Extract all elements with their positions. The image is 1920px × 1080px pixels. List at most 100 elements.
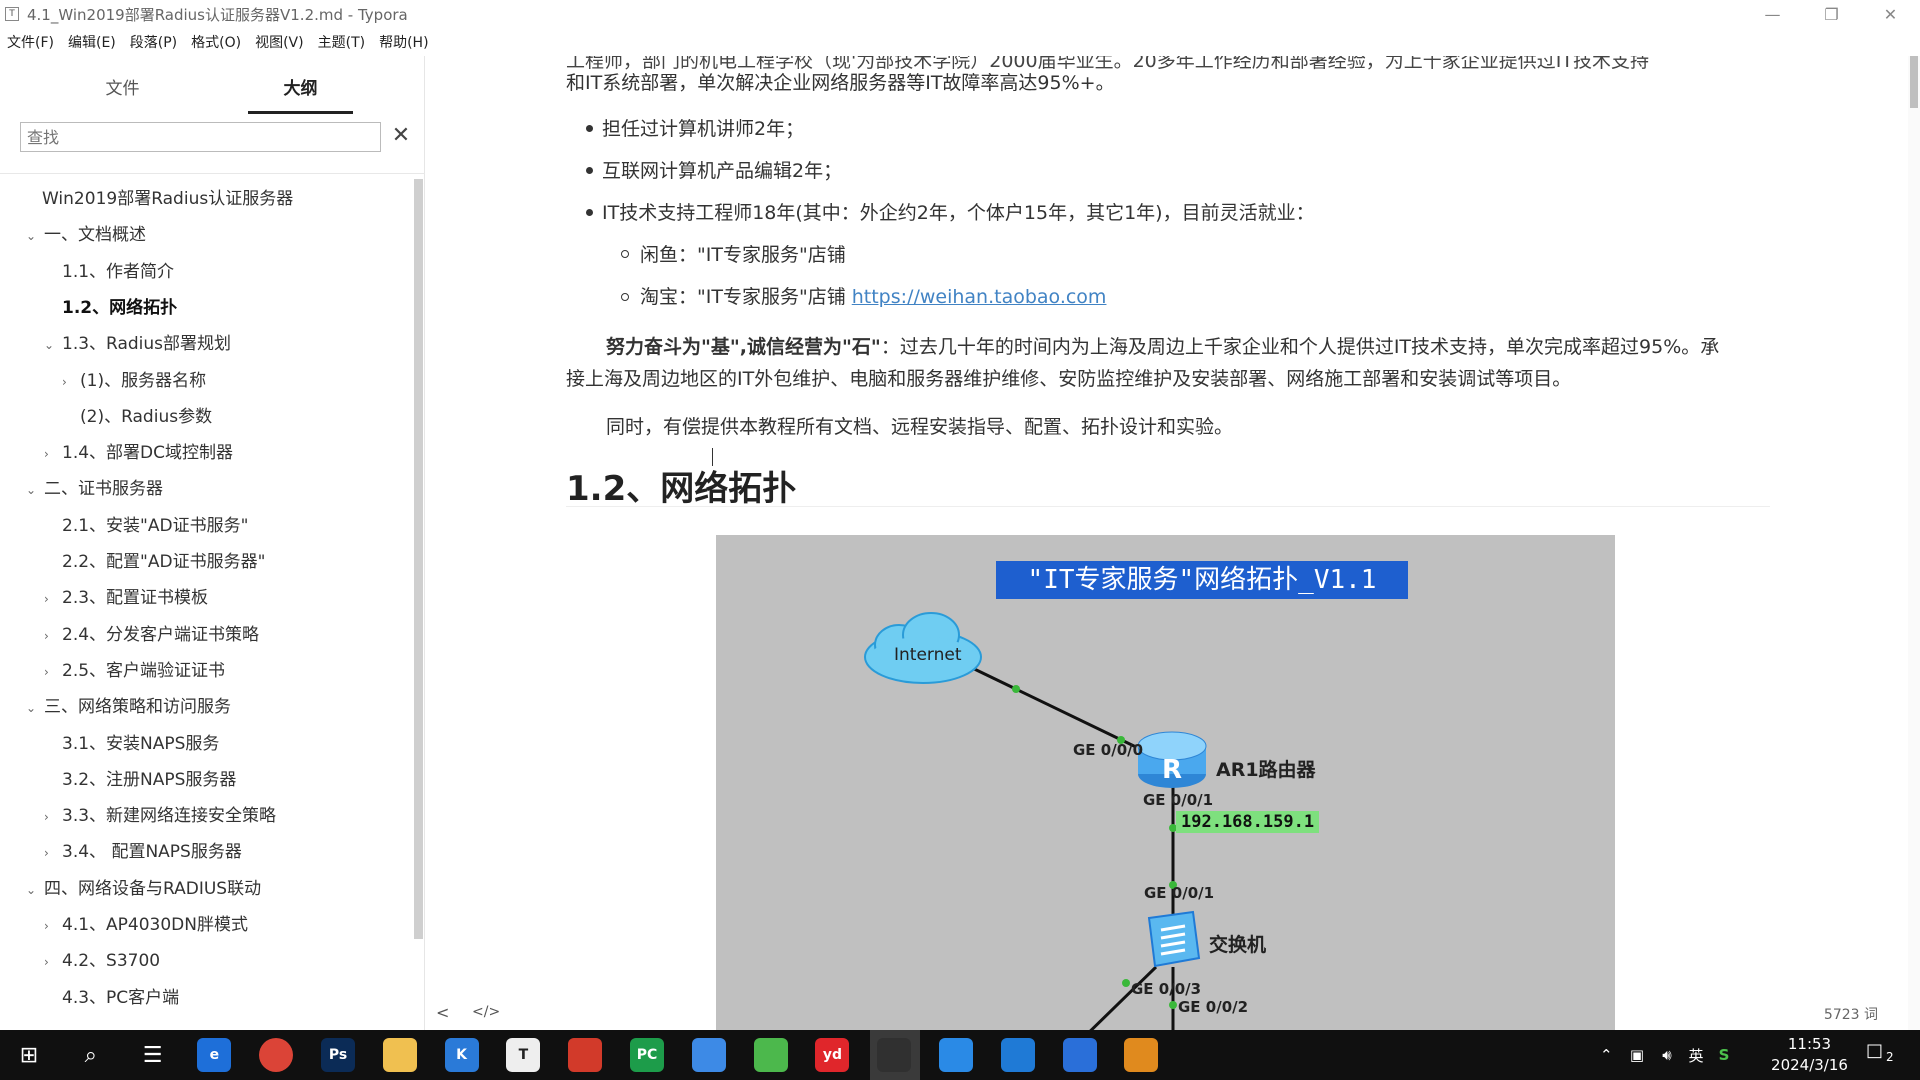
outline-item-label: 2.3、配置证书模板 — [62, 588, 209, 609]
sidebar-scrollbar[interactable] — [414, 179, 423, 939]
chevron-right-icon[interactable]: › — [44, 621, 62, 651]
menu-format[interactable]: 格式(O) — [184, 32, 248, 52]
minimize-icon[interactable]: — — [1743, 0, 1802, 28]
vm-app-icon[interactable] — [1124, 1038, 1159, 1072]
file-explorer-icon[interactable] — [382, 1038, 417, 1072]
chevron-right-icon[interactable]: › — [44, 947, 62, 977]
list-item: IT技术支持工程师18年(其中：外企约2年，个体户15年，其它1年)，目前灵活就… — [602, 202, 1315, 224]
typora-icon[interactable]: T — [506, 1038, 541, 1072]
menu-theme[interactable]: 主题(T) — [311, 32, 372, 52]
volume-icon[interactable]: 🔊︎ — [1652, 1046, 1682, 1064]
menu-paragraph[interactable]: 段落(P) — [123, 32, 184, 52]
outline-item[interactable]: › 1.4、部署DC域控制器 — [44, 438, 233, 468]
sidebar: 文件 大纲 ✕ Win2019部署Radius认证服务器⌄一、文档概述1.1、作… — [0, 56, 425, 1030]
outline-item[interactable]: 1.2、网络拓扑 — [44, 293, 177, 323]
photoshop-icon[interactable]: Ps — [321, 1038, 355, 1072]
obs-icon[interactable] — [877, 1038, 912, 1072]
menu-help[interactable]: 帮助(H) — [372, 32, 435, 52]
chevron-down-icon[interactable]: ⌄ — [26, 875, 44, 905]
outline-item[interactable]: › 2.5、客户端验证证书 — [44, 656, 225, 686]
close-icon[interactable]: ✕ — [1861, 0, 1920, 28]
network-tool-icon[interactable] — [939, 1038, 973, 1072]
notification-center-icon[interactable]: □ 2 — [1866, 1040, 1900, 1070]
source-code-icon[interactable]: </> — [472, 1004, 500, 1020]
restore-icon[interactable]: ❐ — [1802, 0, 1861, 28]
network-topology-diagram[interactable]: "IT专家服务"网络拓扑_V1.1 Internet R AR1路由器 GE 0… — [716, 535, 1615, 1030]
task-view-icon[interactable]: ☰ — [136, 1038, 170, 1072]
blue-bag-icon[interactable] — [1000, 1038, 1035, 1072]
network-icon[interactable]: ▣ — [1622, 1046, 1652, 1064]
chevron-down-icon[interactable]: ⌄ — [44, 330, 62, 360]
menu-view[interactable]: 视图(V) — [248, 32, 311, 52]
taobao-link[interactable]: https://weihan.taobao.com — [852, 286, 1107, 308]
chevron-down-icon[interactable]: ⌄ — [26, 221, 44, 251]
outline-item[interactable]: ⌄ 一、文档概述 — [26, 220, 146, 250]
outline-item[interactable]: › 4.2、S3700 — [44, 946, 160, 976]
outline-item[interactable]: ⌄ 三、网络策略和访问服务 — [26, 692, 231, 722]
outline-item[interactable]: 2.1、安装"AD证书服务" — [44, 511, 248, 541]
scrollbar-thumb[interactable] — [1910, 56, 1918, 108]
outline-item[interactable]: (2)、Radius参数 — [62, 402, 212, 432]
outline-item[interactable]: › (1)、服务器名称 — [62, 366, 206, 396]
outline-item[interactable]: › 3.3、新建网络连接安全策略 — [44, 801, 276, 831]
outline-item[interactable]: 3.2、注册NAPS服务器 — [44, 765, 236, 795]
window-title: 4.1_Win2019部署Radius认证服务器V1.2.md - Typora — [27, 5, 408, 24]
bullet-dot — [586, 167, 593, 174]
chevron-right-icon[interactable]: › — [62, 367, 80, 397]
outline-item[interactable]: ⌄ 二、证书服务器 — [26, 474, 163, 504]
search-icon[interactable]: ⌕ — [74, 1038, 108, 1072]
outline-item-label: 一、文档概述 — [44, 225, 146, 246]
router-name-label: AR1路由器 — [1216, 759, 1316, 781]
youdao-icon[interactable]: yd — [815, 1038, 850, 1072]
chevron-right-icon[interactable]: › — [44, 657, 62, 687]
snail-app-icon[interactable] — [568, 1038, 603, 1072]
chevron-down-icon[interactable]: ⌄ — [26, 693, 44, 723]
content-scrollbar[interactable] — [1908, 56, 1920, 1030]
chevron-right-icon[interactable]: › — [44, 584, 62, 614]
outline-search-input[interactable] — [20, 122, 381, 152]
chevron-right-icon[interactable]: › — [44, 838, 62, 868]
chevron-left-icon[interactable]: < — [436, 1003, 449, 1022]
outline-item[interactable]: › 2.4、分发客户端证书策略 — [44, 620, 259, 650]
outline-item-label: 二、证书服务器 — [44, 479, 163, 500]
chevron-down-icon[interactable]: ⌄ — [26, 475, 44, 505]
chrome-icon[interactable] — [259, 1038, 294, 1072]
paragraph-text: 努力奋斗为"基",诚信经营为"石"：过去几十年的时间内为上海及周边上千家企业和个… — [606, 332, 1719, 362]
outline-item[interactable]: › 2.3、配置证书模板 — [44, 583, 208, 613]
remote-desktop-icon[interactable] — [1062, 1038, 1097, 1072]
chevron-right-icon[interactable]: › — [44, 439, 62, 469]
tab-files[interactable]: 文件 — [70, 74, 175, 114]
outline-item[interactable]: 1.1、作者简介 — [44, 257, 174, 287]
close-icon[interactable]: ✕ — [389, 122, 413, 152]
outline-item[interactable]: 2.2、配置"AD证书服务器" — [44, 547, 265, 577]
paragraph-text: 接上海及周边地区的IT外包维护、电脑和服务器维护维修、安防监控维护及安装部署、网… — [566, 368, 1572, 390]
outline-item-label: (2)、Radius参数 — [80, 406, 213, 427]
outline-item[interactable]: ⌄ 1.3、Radius部署规划 — [44, 329, 231, 359]
chevron-right-icon[interactable]: › — [44, 911, 62, 941]
outline-item[interactable]: › 4.1、AP4030DN胖模式 — [44, 910, 248, 940]
tab-outline[interactable]: 大纲 — [248, 74, 353, 114]
outline-item-label: 3.4、 配置NAPS服务器 — [62, 842, 242, 863]
menu-edit[interactable]: 编辑(E) — [61, 32, 123, 52]
clock[interactable]: 11:53 2024/3/16 — [1762, 1034, 1857, 1076]
green-app-icon[interactable] — [753, 1038, 788, 1072]
edge-icon[interactable]: e — [197, 1038, 232, 1072]
editor-content[interactable]: 工程师，部门的机电工程学校（现'为部技术学院）2000届毕业生。20多年工作经历… — [426, 56, 1904, 1030]
outline-item[interactable]: Win2019部署Radius认证服务器 — [42, 184, 293, 214]
ime-indicator[interactable]: 英 — [1682, 1045, 1710, 1066]
switch-port-in-label: GE 0/0/1 — [1144, 884, 1215, 902]
outline-item[interactable]: 4.3、PC客户端 — [44, 983, 179, 1013]
menu-file[interactable]: 文件(F) — [0, 32, 61, 52]
outline-item[interactable]: › 3.4、 配置NAPS服务器 — [44, 837, 242, 867]
pycharm-icon[interactable]: PC — [630, 1038, 664, 1072]
outline-item[interactable]: ⌄ 四、网络设备与RADIUS联动 — [26, 874, 261, 904]
word-count[interactable]: 5723 词 — [1824, 1004, 1878, 1024]
sogou-ime-icon[interactable]: S — [1710, 1046, 1738, 1064]
outline-item-label: 1.2、网络拓扑 — [62, 297, 178, 318]
tray-chevron-up-icon[interactable]: ⌃ — [1600, 1046, 1622, 1064]
baidu-netdisk-icon[interactable] — [691, 1038, 726, 1072]
start-icon[interactable]: ⊞ — [12, 1038, 46, 1072]
k-app-icon[interactable]: K — [444, 1038, 479, 1072]
outline-item[interactable]: 3.1、安装NAPS服务 — [44, 729, 219, 759]
chevron-right-icon[interactable]: › — [44, 802, 62, 832]
